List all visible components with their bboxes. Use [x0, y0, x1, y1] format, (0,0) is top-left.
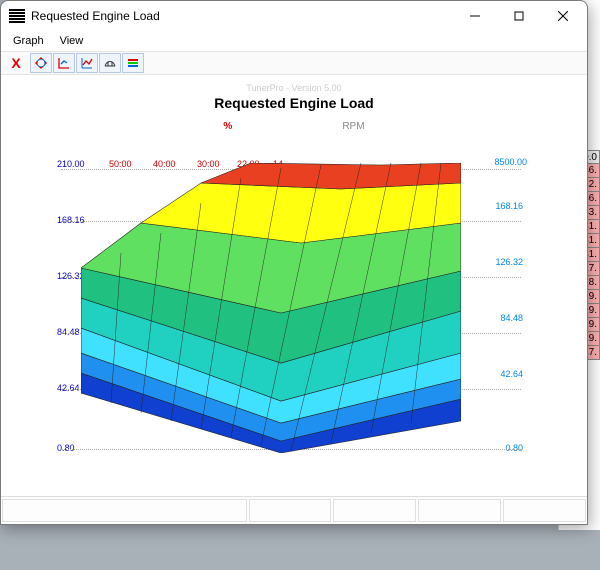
z-tick: 42.64 — [57, 383, 80, 393]
status-pane — [249, 499, 332, 522]
chart-type-button[interactable] — [76, 53, 98, 73]
menu-graph[interactable]: Graph — [5, 33, 52, 49]
status-pane — [503, 499, 586, 522]
color-options-button[interactable] — [122, 53, 144, 73]
y-axis-legend: % — [223, 121, 232, 132]
x-axis-legend: RPM — [342, 121, 364, 132]
menu-view[interactable]: View — [52, 33, 92, 49]
chart-area[interactable]: TunerPro - Version 5.00 Requested Engine… — [1, 75, 587, 496]
surface-plot[interactable]: 210.00 168.16 126.32 84.48 42.64 0.80 16… — [61, 151, 521, 491]
version-label: TunerPro - Version 5.00 — [1, 83, 587, 93]
wireframe-button[interactable] — [99, 53, 121, 73]
status-pane — [333, 499, 416, 522]
chart-legend: % RPM — [1, 121, 587, 132]
chart-title: Requested Engine Load — [1, 95, 587, 111]
close-button[interactable] — [541, 2, 585, 30]
app-icon — [9, 9, 25, 23]
status-pane — [418, 499, 501, 522]
z-tick: 168.16 — [495, 201, 523, 211]
window-title: Requested Engine Load — [31, 9, 453, 23]
toolbar: X — [1, 51, 587, 75]
z-tick: 0.80 — [57, 443, 75, 453]
status-pane — [2, 499, 247, 522]
close-graph-button[interactable]: X — [5, 53, 27, 73]
statusbar — [1, 496, 587, 524]
maximize-button[interactable] — [497, 2, 541, 30]
axis-tool-button[interactable] — [53, 53, 75, 73]
surface-mesh — [81, 163, 461, 453]
z-tick: 84.48 — [57, 327, 80, 337]
graph-window: Requested Engine Load Graph View X — [0, 0, 588, 525]
z-tick: 0.80 — [505, 443, 523, 453]
titlebar[interactable]: Requested Engine Load — [1, 1, 587, 31]
rotate-tool-button[interactable] — [30, 53, 52, 73]
z-tick: 84.48 — [500, 313, 523, 323]
menubar: Graph View — [1, 31, 587, 51]
z-tick: 42.64 — [500, 369, 523, 379]
x-tick: 8500.00 — [494, 157, 527, 167]
z-tick: 126.32 — [495, 257, 523, 267]
minimize-button[interactable] — [453, 2, 497, 30]
